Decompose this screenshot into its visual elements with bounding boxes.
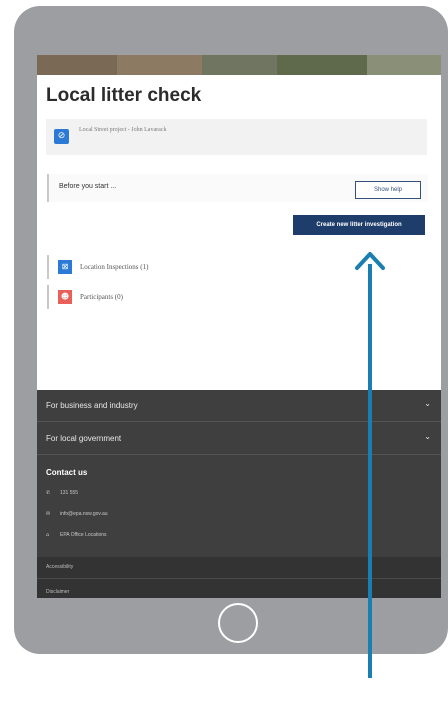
project-card[interactable]: ⊘ Local Street project - John Lavarack (46, 119, 427, 155)
email-text: info@epa.nsw.gov.au (60, 511, 108, 517)
contact-heading: Contact us (46, 468, 88, 477)
page-title: Local litter check (46, 85, 202, 106)
contact-office-locations[interactable]: ⌂ EPA Office Locations (46, 532, 107, 538)
chevron-down-icon: ⌄ (424, 399, 431, 408)
show-help-button[interactable]: Show help (355, 181, 421, 199)
create-litter-investigation-button[interactable]: Create new litter investigation (293, 215, 425, 235)
contact-email[interactable]: ✉ info@epa.nsw.gov.au (46, 511, 108, 517)
phone-icon: ✆ (46, 490, 51, 496)
accessibility-link[interactable]: Accessibility (46, 564, 73, 570)
mail-icon: ✉ (46, 511, 51, 517)
office-text: EPA Office Locations (60, 532, 107, 538)
location-inspection-icon: ⊠ (58, 260, 72, 274)
participants-icon: ☻ (58, 290, 72, 304)
before-you-start-label: Before you start ... (59, 183, 117, 190)
nav-item-label: Location Inspections (1) (80, 263, 149, 271)
accordion-label: For business and industry (46, 401, 138, 410)
project-text: Local Street project - John Lavarack (79, 127, 167, 133)
annotation-arrow-icon (355, 252, 385, 678)
tablet-home-button[interactable] (218, 603, 258, 643)
compass-icon: ⊘ (54, 129, 69, 144)
accordion-label: For local government (46, 434, 122, 443)
nav-item-location-inspections[interactable]: ⊠ Location Inspections (1) (47, 255, 287, 279)
contact-phone[interactable]: ✆ 131 555 (46, 490, 78, 496)
hero-image-strip (37, 55, 441, 75)
chevron-down-icon: ⌄ (424, 432, 431, 441)
nav-item-participants[interactable]: ☻ Participants (0) (47, 285, 287, 309)
phone-text: 131 555 (60, 490, 79, 496)
home-icon: ⌂ (46, 532, 50, 538)
nav-item-label: Participants (0) (80, 293, 123, 301)
disclaimer-link[interactable]: Disclaimer (46, 589, 69, 595)
